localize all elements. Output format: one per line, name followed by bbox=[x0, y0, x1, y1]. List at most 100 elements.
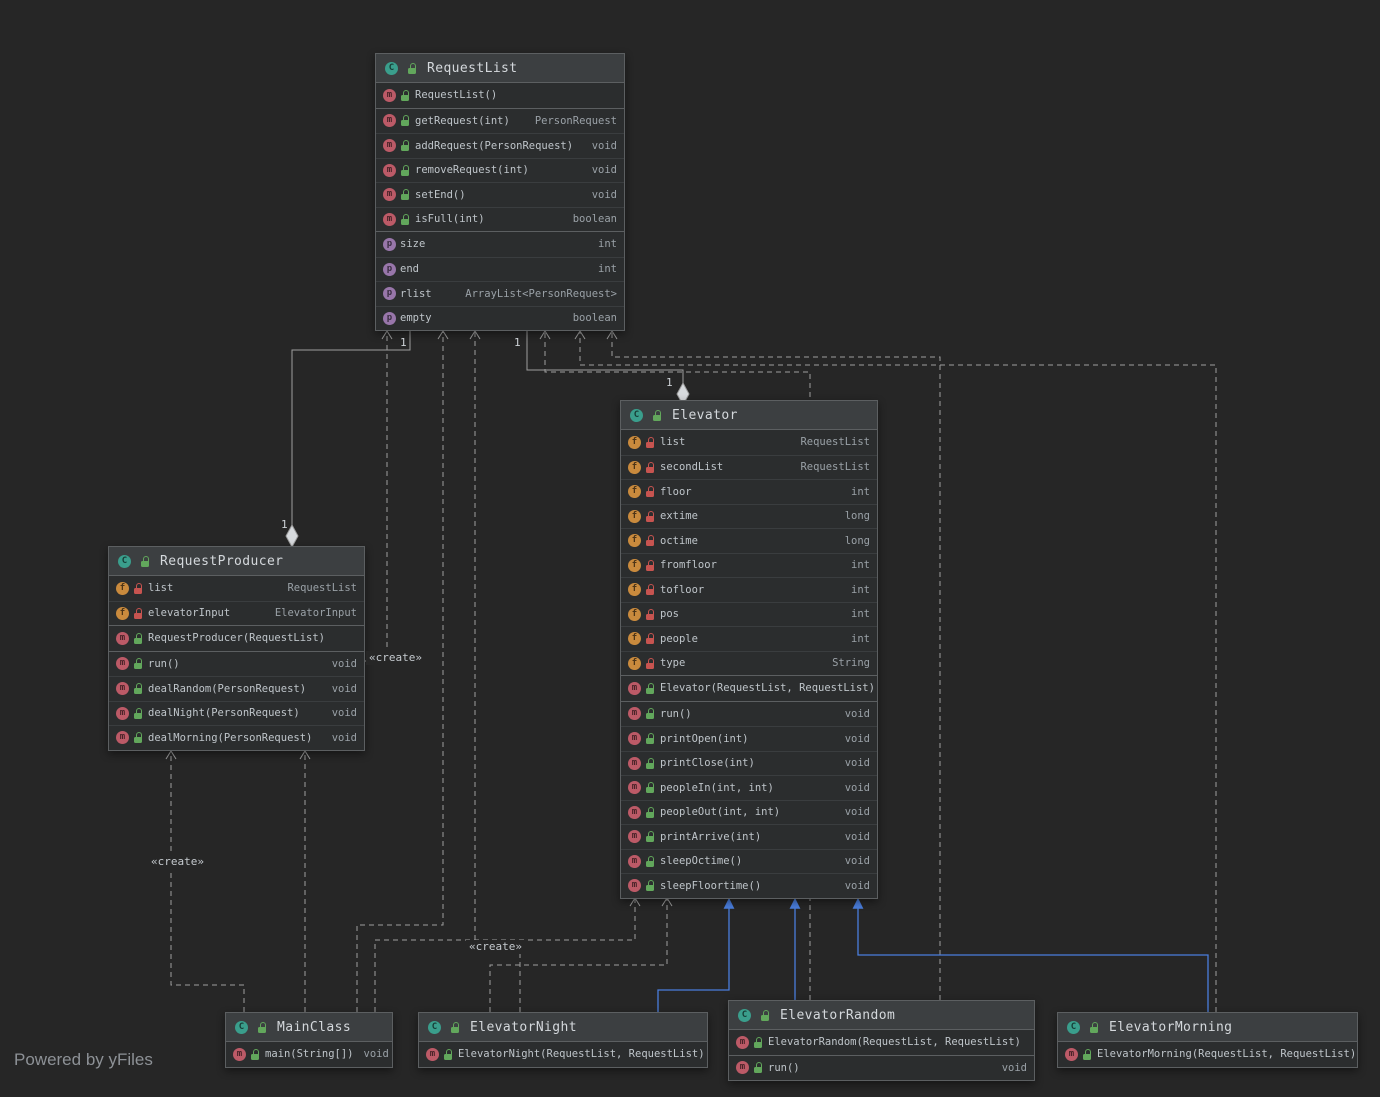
field-icon: f bbox=[628, 485, 641, 499]
member-row: m addRequest(PersonRequest) void bbox=[376, 133, 624, 158]
create-label-1: «create» bbox=[148, 855, 207, 869]
class-node-requestlist[interactable]: C RequestList m RequestList() m getRequest(in… bbox=[375, 53, 625, 331]
member-name: sleepFloortime() bbox=[660, 879, 762, 892]
member-row: f fromfloor int bbox=[621, 552, 877, 578]
member-type: PersonRequest bbox=[534, 114, 617, 127]
member-name: ElevatorNight(RequestList, RequestList) bbox=[458, 1048, 705, 1061]
member-section: f list RequestList f elevatorInput ElevatorIn… bbox=[109, 575, 364, 625]
field-icon: f bbox=[628, 656, 641, 670]
member-name: printOpen(int) bbox=[660, 732, 749, 745]
member-name: empty bbox=[400, 312, 432, 325]
member-section: m Elevator(RequestList, RequestList) bbox=[621, 675, 877, 701]
member-type: void bbox=[331, 657, 357, 670]
edge-requestproducer-aggregates-requestlist[interactable] bbox=[291, 329, 411, 526]
member-row: m ElevatorNight(RequestList, RequestList) bbox=[419, 1042, 707, 1067]
edge-mainclass-creates-requestproducer[interactable] bbox=[165, 750, 245, 1012]
member-type: int bbox=[851, 608, 870, 621]
member-row: f elevatorInput ElevatorInput bbox=[109, 600, 364, 626]
member-section: m getRequest(int) PersonRequest m addRequest… bbox=[376, 107, 624, 232]
member-row: p end int bbox=[376, 256, 624, 282]
member-type: boolean bbox=[572, 312, 617, 325]
member-row: f list RequestList bbox=[621, 430, 877, 455]
member-name: extime bbox=[660, 510, 698, 523]
edge-mainclass-uses-elevator[interactable] bbox=[374, 897, 641, 1012]
member-row: m peopleOut(int, int) void bbox=[621, 799, 877, 825]
member-type: ArrayList<PersonRequest> bbox=[465, 287, 617, 300]
public-visibility-icon bbox=[646, 782, 655, 794]
member-row: m dealRandom(PersonRequest) void bbox=[109, 676, 364, 701]
member-section: f list RequestList f secondList RequestList f f… bbox=[621, 429, 877, 675]
class-node-elevator[interactable]: C Elevator f list RequestList f secondList Requ… bbox=[620, 400, 878, 899]
member-name: addRequest(PersonRequest) bbox=[415, 139, 574, 152]
method-icon: m bbox=[116, 706, 129, 720]
edge-mainclass-uses-requestlist[interactable] bbox=[356, 330, 449, 1012]
field-icon: f bbox=[628, 558, 641, 572]
member-type: void bbox=[844, 757, 870, 770]
public-visibility-icon bbox=[444, 1048, 453, 1061]
class-node-elevatornight[interactable]: C ElevatorNight m ElevatorNight(RequestList… bbox=[418, 1012, 708, 1068]
edge-requestproducer-creates-requestlist[interactable] bbox=[365, 330, 393, 662]
member-row: m Elevator(RequestList, RequestList) bbox=[621, 676, 877, 701]
member-row: m removeRequest(int) void bbox=[376, 157, 624, 183]
class-node-mainclass[interactable]: C MainClass m main(String[]) void bbox=[225, 1012, 393, 1068]
class-title: ElevatorRandom bbox=[780, 1007, 896, 1023]
member-name: octime bbox=[660, 534, 698, 547]
method-icon: m bbox=[116, 631, 129, 645]
public-visibility-icon bbox=[1090, 1021, 1099, 1034]
private-visibility-icon bbox=[646, 461, 655, 474]
member-name: peopleOut(int, int) bbox=[660, 806, 781, 819]
class-icon: C bbox=[428, 1020, 441, 1034]
member-name: sleepOctime() bbox=[660, 855, 743, 868]
member-name: end bbox=[400, 263, 419, 276]
private-visibility-icon bbox=[134, 607, 143, 620]
class-title: Elevator bbox=[672, 407, 738, 423]
property-icon: p bbox=[383, 262, 396, 276]
member-row: f tofloor int bbox=[621, 577, 877, 602]
member-row: f octime long bbox=[621, 528, 877, 553]
member-type: void bbox=[1001, 1061, 1027, 1074]
class-node-elevatorrandom[interactable]: C ElevatorRandom m ElevatorRandom(RequestLi… bbox=[728, 1000, 1035, 1081]
member-row: m run() void bbox=[109, 652, 364, 677]
method-icon: m bbox=[736, 1035, 749, 1049]
method-icon: m bbox=[628, 879, 641, 893]
member-type: void bbox=[844, 830, 870, 843]
member-type: void bbox=[331, 682, 357, 695]
public-visibility-icon bbox=[761, 1009, 770, 1022]
method-icon: m bbox=[736, 1061, 749, 1075]
public-visibility-icon bbox=[401, 89, 410, 102]
member-section: m ElevatorNight(RequestList, RequestList) bbox=[419, 1041, 707, 1067]
method-icon: m bbox=[628, 781, 641, 795]
class-node-elevatormorning[interactable]: C ElevatorMorning m ElevatorMorning(Request… bbox=[1057, 1012, 1358, 1068]
member-section: m run() void m dealRandom(PersonRequest) void… bbox=[109, 650, 364, 750]
field-icon: f bbox=[628, 534, 641, 548]
member-row: m RequestList() bbox=[376, 83, 624, 108]
aggregation-diamond-requestproducer[interactable] bbox=[285, 523, 299, 549]
edge-elevatornight-uses-elevator[interactable] bbox=[489, 897, 673, 1012]
member-name: list bbox=[660, 436, 686, 449]
edge-elevatormorning-extends-elevator[interactable] bbox=[852, 897, 1209, 1012]
public-visibility-icon bbox=[646, 757, 655, 770]
member-name: dealRandom(PersonRequest) bbox=[148, 682, 307, 695]
class-node-requestproducer[interactable]: C RequestProducer f list RequestList f elevato… bbox=[108, 546, 365, 751]
edge-elevatornight-uses-requestlist[interactable] bbox=[469, 330, 521, 1012]
property-icon: p bbox=[383, 237, 396, 251]
edge-elevatornight-extends-elevator[interactable] bbox=[657, 897, 735, 1012]
member-row: p size int bbox=[376, 232, 624, 257]
class-header: C ElevatorMorning bbox=[1058, 1013, 1357, 1041]
class-icon: C bbox=[738, 1008, 751, 1022]
member-section: p size int p end int p rlist ArrayList<PersonReq… bbox=[376, 231, 624, 330]
multiplicity-label-3: 1 bbox=[666, 376, 673, 389]
member-row: m ElevatorRandom(RequestList, RequestList… bbox=[729, 1030, 1034, 1055]
method-icon: m bbox=[628, 707, 641, 721]
public-visibility-icon bbox=[646, 880, 655, 892]
public-visibility-icon bbox=[134, 732, 143, 744]
public-visibility-icon bbox=[646, 831, 655, 843]
member-type: void bbox=[844, 707, 870, 720]
member-row: m ElevatorMorning(RequestList, RequestLis… bbox=[1058, 1042, 1357, 1067]
edge-elevator-aggregates-requestlist[interactable] bbox=[526, 329, 684, 384]
field-icon: f bbox=[628, 460, 641, 474]
private-visibility-icon bbox=[646, 584, 655, 596]
public-visibility-icon bbox=[401, 189, 410, 201]
public-visibility-icon bbox=[646, 806, 655, 819]
member-type: RequestList bbox=[800, 461, 870, 474]
